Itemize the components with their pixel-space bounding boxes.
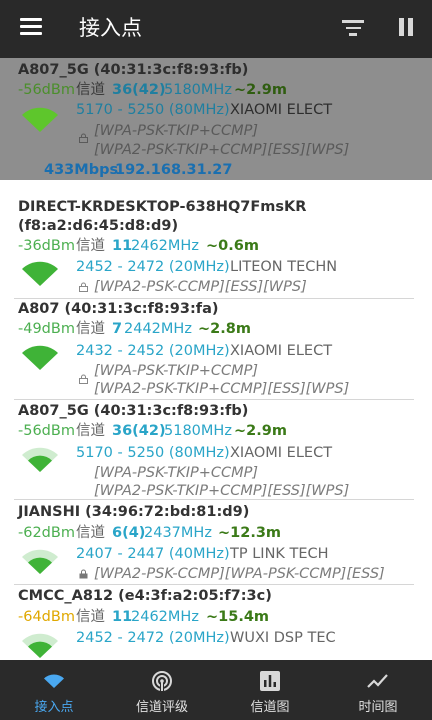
ip-address: 192.168.31.27	[115, 162, 233, 178]
connected-security-2: [WPA2-PSK-TKIP+CCMP][ESS][WPS]	[94, 142, 350, 158]
network-freq: 2437MHz	[144, 525, 212, 541]
connected-signal: -56dBm	[18, 82, 75, 98]
divider	[14, 499, 414, 500]
page-title: 接入点	[79, 16, 142, 40]
app-bar: 接入点	[0, 0, 432, 58]
list-item[interactable]: JIANSHI (34:96:72:bd:81:d9) -62dBm 信道 6(…	[0, 503, 432, 583]
tab-label: 信道评级	[135, 700, 188, 715]
network-freq: 2462MHz	[131, 609, 199, 625]
signal-rating-icon	[152, 671, 172, 692]
network-security-1: [WPA2-PSK-CCMP][ESS][WPS]	[94, 279, 307, 295]
connected-range: 5170 - 5250 (80MHz)	[76, 102, 230, 118]
tab-time-graph[interactable]: 时间图	[324, 660, 432, 720]
wifi-signal-icon	[22, 549, 58, 574]
network-vendor: TP LINK TECH	[230, 546, 329, 562]
network-range: 2407 - 2447 (40MHz)	[76, 546, 230, 562]
network-distance: ~0.6m	[206, 238, 259, 254]
list-item[interactable]: A807 (40:31:3c:f8:93:fa) -49dBm 信道 7 244…	[0, 300, 432, 398]
network-signal: -49dBm	[18, 321, 75, 337]
network-freq: 2442MHz	[124, 321, 192, 337]
network-range: 2452 - 2472 (20MHz)	[76, 259, 230, 275]
list-item[interactable]: A807_5G (40:31:3c:f8:93:fb) -56dBm 信道 36…	[0, 402, 432, 499]
network-freq: 5180MHz	[164, 423, 232, 439]
wifi-signal-icon	[22, 107, 58, 132]
connected-ssid: A807_5G (40:31:3c:f8:93:fb)	[18, 62, 249, 78]
network-security-2: [WPA2-PSK-TKIP+CCMP][ESS][WPS]	[94, 381, 350, 397]
network-bssid: (f8:a2:d6:45:d8:d9)	[18, 218, 179, 234]
bottom-nav: 接入点 信道评级 信道图 时间图	[0, 660, 432, 720]
network-distance: ~2.9m	[234, 423, 287, 439]
connected-distance: ~2.9m	[234, 82, 287, 98]
connected-security-1: [WPA-PSK-TKIP+CCMP]	[94, 123, 259, 139]
channel-label: 信道	[76, 238, 105, 254]
connected-network-card[interactable]: A807_5G (40:31:3c:f8:93:fb) -56dBm 信道 36…	[0, 58, 432, 180]
channel-label: 信道	[76, 525, 105, 541]
network-vendor: XIAOMI ELECT	[230, 343, 333, 359]
pause-icon[interactable]	[398, 18, 414, 38]
connected-freq: 5180MHz	[164, 82, 232, 98]
filter-icon[interactable]	[342, 20, 364, 36]
network-signal: -62dBm	[18, 525, 75, 541]
network-range: 5170 - 5250 (80MHz)	[76, 445, 230, 461]
network-distance: ~15.4m	[206, 609, 270, 625]
network-signal: -56dBm	[18, 423, 75, 439]
line-chart-icon	[367, 674, 388, 688]
network-channel: 11	[112, 238, 133, 254]
tab-channel-graph[interactable]: 信道图	[216, 660, 324, 720]
link-speed: 433Mbps	[44, 162, 119, 178]
network-distance: ~2.8m	[198, 321, 251, 337]
network-channel: 36(42)	[112, 423, 166, 439]
tab-access-points[interactable]: 接入点	[0, 660, 108, 720]
list-item[interactable]: CMCC_A812 (e4:3f:a2:05:f7:3c) -64dBm 信道 …	[0, 587, 432, 660]
network-channel: 7	[112, 321, 123, 337]
wifi-signal-icon	[22, 345, 58, 370]
network-ssid: A807_5G (40:31:3c:f8:93:fb)	[18, 403, 249, 419]
network-security-1: [WPA-PSK-TKIP+CCMP]	[94, 363, 259, 379]
menu-icon[interactable]	[20, 18, 42, 36]
network-distance: ~12.3m	[218, 525, 282, 541]
bar-chart-icon	[260, 671, 280, 691]
lock-icon	[79, 133, 88, 143]
connected-vendor: XIAOMI ELECT	[230, 102, 333, 118]
network-signal: -36dBm	[18, 238, 75, 254]
channel-label: 信道	[76, 609, 105, 625]
network-security-1: [WPA2-PSK-CCMP][WPA-PSK-CCMP][ESS]	[94, 566, 385, 582]
wifi-signal-icon	[22, 261, 58, 286]
wifi-signal-icon	[22, 633, 58, 658]
network-ssid: JIANSHI (34:96:72:bd:81:d9)	[18, 504, 250, 520]
network-vendor: LITEON TECHN	[230, 259, 338, 275]
wifi-signal-icon	[22, 447, 58, 472]
network-range: 2452 - 2472 (20MHz)	[76, 630, 230, 646]
network-channel: 11	[112, 609, 133, 625]
network-ssid: CMCC_A812 (e4:3f:a2:05:f7:3c)	[18, 588, 272, 604]
tab-label: 信道图	[250, 700, 290, 715]
divider	[14, 584, 414, 585]
network-channel: 6(4)	[112, 525, 146, 541]
lock-icon	[79, 282, 88, 292]
network-ssid: A807 (40:31:3c:f8:93:fa)	[18, 301, 219, 317]
network-freq: 2462MHz	[131, 238, 199, 254]
network-signal: -64dBm	[18, 609, 75, 625]
channel-label: 信道	[76, 321, 105, 337]
channel-label: 信道	[76, 423, 105, 439]
network-vendor: XIAOMI ELECT	[230, 445, 333, 461]
connected-channel: 36(42)	[112, 82, 166, 98]
network-ssid: DIRECT-KRDESKTOP-638HQ7FmsKR	[18, 199, 307, 215]
list-item[interactable]: DIRECT-KRDESKTOP-638HQ7FmsKR (f8:a2:d6:4…	[0, 196, 432, 296]
network-security-1: [WPA-PSK-TKIP+CCMP]	[94, 465, 259, 481]
network-range: 2432 - 2452 (20MHz)	[76, 343, 230, 359]
tab-label: 接入点	[34, 700, 74, 715]
lock-icon	[79, 569, 88, 579]
lock-icon	[79, 374, 88, 384]
network-security-2: [WPA2-PSK-TKIP+CCMP][ESS][WPS]	[94, 483, 350, 499]
divider	[14, 399, 414, 400]
tab-channel-rating[interactable]: 信道评级	[108, 660, 216, 720]
tab-label: 时间图	[358, 700, 398, 715]
wifi-icon	[44, 674, 64, 688]
network-vendor: WUXI DSP TEC	[230, 630, 336, 646]
connected-channel-label: 信道	[76, 82, 105, 98]
divider	[14, 298, 414, 299]
